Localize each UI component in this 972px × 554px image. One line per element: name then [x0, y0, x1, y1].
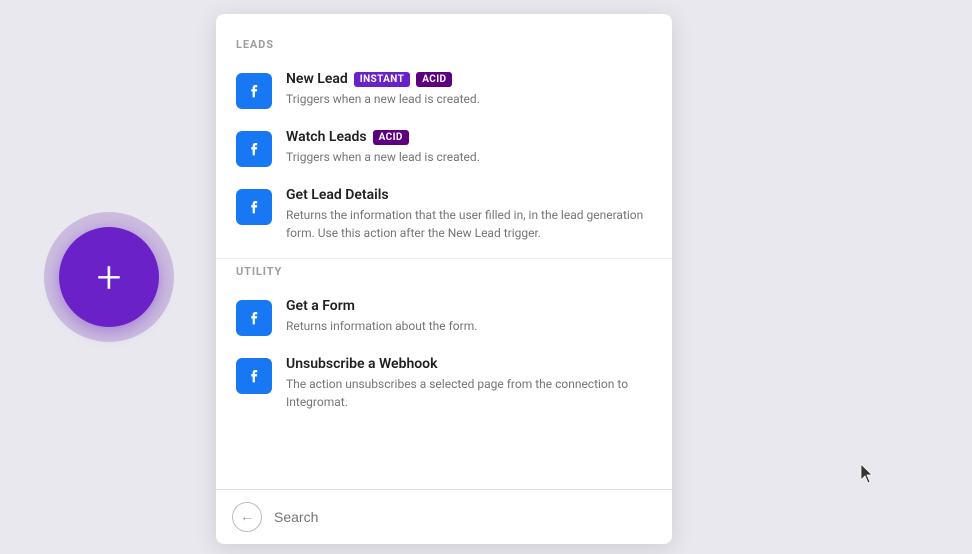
add-button-outer[interactable]: +	[44, 212, 174, 342]
item-text: New Lead INSTANT ACID Triggers when a ne…	[286, 71, 652, 108]
item-desc: Triggers when a new lead is created.	[286, 148, 652, 166]
item-title-row: New Lead INSTANT ACID	[286, 71, 652, 87]
item-text: Unsubscribe a Webhook The action unsubsc…	[286, 356, 652, 411]
panel: LEADS New Lead INSTANT ACID Triggers whe…	[216, 14, 672, 544]
facebook-icon	[236, 300, 272, 336]
back-button[interactable]: ←	[232, 502, 262, 532]
item-title: Unsubscribe a Webhook	[286, 356, 438, 372]
badge-acid: ACID	[373, 130, 409, 145]
badge-acid: ACID	[416, 72, 452, 87]
canvas: + LEADS New Lead INSTANT ACID	[0, 0, 972, 554]
badge-instant: INSTANT	[354, 72, 410, 87]
item-text: Get Lead Details Returns the information…	[286, 187, 652, 242]
item-title-row: Get a Form	[286, 298, 652, 314]
section-label-leads: LEADS	[216, 38, 672, 61]
mouse-cursor	[861, 464, 877, 486]
search-input[interactable]	[274, 509, 656, 525]
item-text: Watch Leads ACID Triggers when a new lea…	[286, 129, 652, 166]
facebook-icon	[236, 131, 272, 167]
divider	[216, 258, 672, 259]
list-item[interactable]: Watch Leads ACID Triggers when a new lea…	[216, 119, 672, 177]
item-title: Get Lead Details	[286, 187, 389, 203]
section-label-utility: UTILITY	[216, 265, 672, 288]
facebook-icon	[236, 73, 272, 109]
item-desc: Returns information about the form.	[286, 317, 652, 335]
add-button-inner[interactable]: +	[59, 227, 159, 327]
item-title-row: Watch Leads ACID	[286, 129, 652, 145]
item-text: Get a Form Returns information about the…	[286, 298, 652, 335]
item-title: Get a Form	[286, 298, 355, 314]
item-desc: Returns the information that the user fi…	[286, 206, 652, 242]
list-item[interactable]: New Lead INSTANT ACID Triggers when a ne…	[216, 61, 672, 119]
panel-content: LEADS New Lead INSTANT ACID Triggers whe…	[216, 14, 672, 489]
search-bar: ←	[216, 489, 672, 544]
facebook-icon	[236, 358, 272, 394]
list-item[interactable]: Unsubscribe a Webhook The action unsubsc…	[216, 346, 672, 421]
back-arrow-icon: ←	[240, 510, 254, 524]
facebook-icon	[236, 189, 272, 225]
item-title-row: Get Lead Details	[286, 187, 652, 203]
list-item[interactable]: Get Lead Details Returns the information…	[216, 177, 672, 252]
item-desc: The action unsubscribes a selected page …	[286, 375, 652, 411]
item-desc: Triggers when a new lead is created.	[286, 90, 652, 108]
item-title-row: Unsubscribe a Webhook	[286, 356, 652, 372]
plus-icon: +	[97, 255, 122, 299]
item-title: Watch Leads	[286, 129, 367, 145]
list-item[interactable]: Get a Form Returns information about the…	[216, 288, 672, 346]
item-title: New Lead	[286, 71, 348, 87]
